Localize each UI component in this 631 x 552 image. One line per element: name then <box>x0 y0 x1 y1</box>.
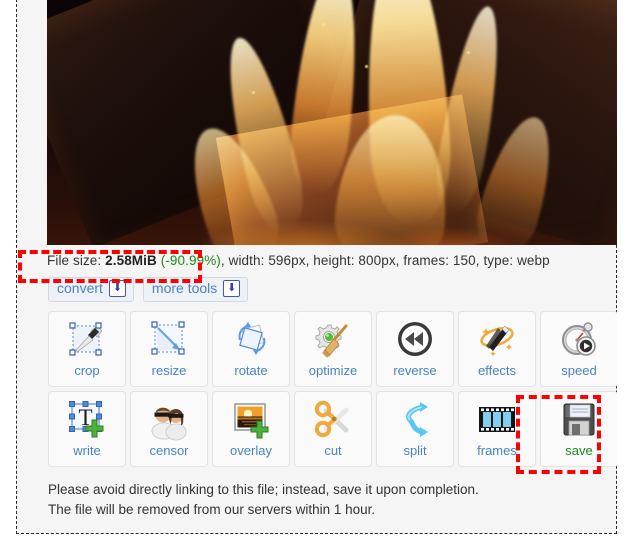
split-icon <box>392 398 438 442</box>
tool-label: reverse <box>393 363 437 378</box>
page-right-gutter <box>617 0 631 552</box>
tool-resize[interactable]: resize <box>130 311 208 387</box>
tool-label: resize <box>151 363 187 378</box>
file-size-reduction: (-90.99%) <box>160 253 221 268</box>
tool-label: optimize <box>308 363 358 378</box>
convert-label: convert <box>57 280 103 296</box>
tool-label: rotate <box>234 363 268 378</box>
more-tools-label: more tools <box>151 280 218 296</box>
tool-overlay[interactable]: overlay <box>212 391 290 467</box>
write-text-icon: T <box>64 398 110 442</box>
tool-label: speed <box>561 363 597 378</box>
tool-write[interactable]: T write <box>48 391 126 467</box>
scissors-cut-icon <box>310 398 356 442</box>
rotate-icon <box>228 318 274 362</box>
tool-reverse[interactable]: reverse <box>376 311 454 387</box>
tool-grid: crop resize rotate optimize reverse effe… <box>48 311 618 469</box>
spark <box>322 23 325 26</box>
spark <box>365 65 368 68</box>
spark <box>399 7 402 10</box>
censor-icon <box>146 398 192 442</box>
tool-censor[interactable]: censor <box>130 391 208 467</box>
secondary-button-row: convert ⬇ more tools ⬇ <box>48 277 249 302</box>
tool-label: overlay <box>230 443 272 458</box>
effects-icon <box>474 318 520 362</box>
tool-optimize[interactable]: optimize <box>294 311 372 387</box>
overlay-image-icon <box>228 398 274 442</box>
footer-notes: Please avoid directly linking to this fi… <box>48 480 479 520</box>
tool-label: save <box>565 443 593 458</box>
resize-icon <box>146 318 192 362</box>
download-arrow-icon: ⬇ <box>223 280 241 298</box>
tool-label: effects <box>477 363 517 378</box>
result-panel: File size: 2.58MiB (-90.99%), width: 596… <box>16 0 618 534</box>
tool-label: write <box>73 443 101 458</box>
optimize-icon <box>310 318 356 362</box>
page-root: File size: 2.58MiB (-90.99%), width: 596… <box>0 0 631 552</box>
tool-label: censor <box>149 443 189 458</box>
tool-label: crop <box>74 363 100 378</box>
convert-button[interactable]: convert ⬇ <box>48 277 134 302</box>
tool-label: cut <box>324 443 342 458</box>
download-arrow-icon: ⬇ <box>108 280 126 298</box>
tool-label: split <box>403 443 427 458</box>
file-size-label: File size: <box>47 253 102 268</box>
tool-crop[interactable]: crop <box>48 311 126 387</box>
more-tools-button[interactable]: more tools ⬇ <box>142 277 249 302</box>
tool-split[interactable]: split <box>376 391 454 467</box>
tool-cut[interactable]: cut <box>294 391 372 467</box>
note-line-2: The file will be removed from our server… <box>48 502 376 517</box>
floppy-save-icon <box>556 398 602 442</box>
note-line-1: Please avoid directly linking to this fi… <box>48 482 479 497</box>
tool-frames[interactable]: frames <box>458 391 536 467</box>
tool-save[interactable]: save <box>540 391 618 467</box>
reverse-icon <box>392 318 438 362</box>
film-frames-icon <box>474 398 520 442</box>
crop-icon <box>64 318 110 362</box>
spark <box>467 51 470 54</box>
tool-speed[interactable]: speed <box>540 311 618 387</box>
preview-image[interactable] <box>47 0 618 245</box>
fireplace-animation <box>47 0 618 245</box>
file-size-value: 2.58MiB <box>105 253 157 268</box>
file-info-line: File size: 2.58MiB (-90.99%), width: 596… <box>47 253 550 268</box>
ember-floor <box>47 165 618 245</box>
tool-rotate[interactable]: rotate <box>212 311 290 387</box>
tool-label: frames <box>477 443 517 458</box>
speed-icon <box>556 318 602 362</box>
spark <box>252 91 255 94</box>
tool-effects[interactable]: effects <box>458 311 536 387</box>
file-dimensions-info: , width: 596px, height: 800px, frames: 1… <box>220 253 550 268</box>
